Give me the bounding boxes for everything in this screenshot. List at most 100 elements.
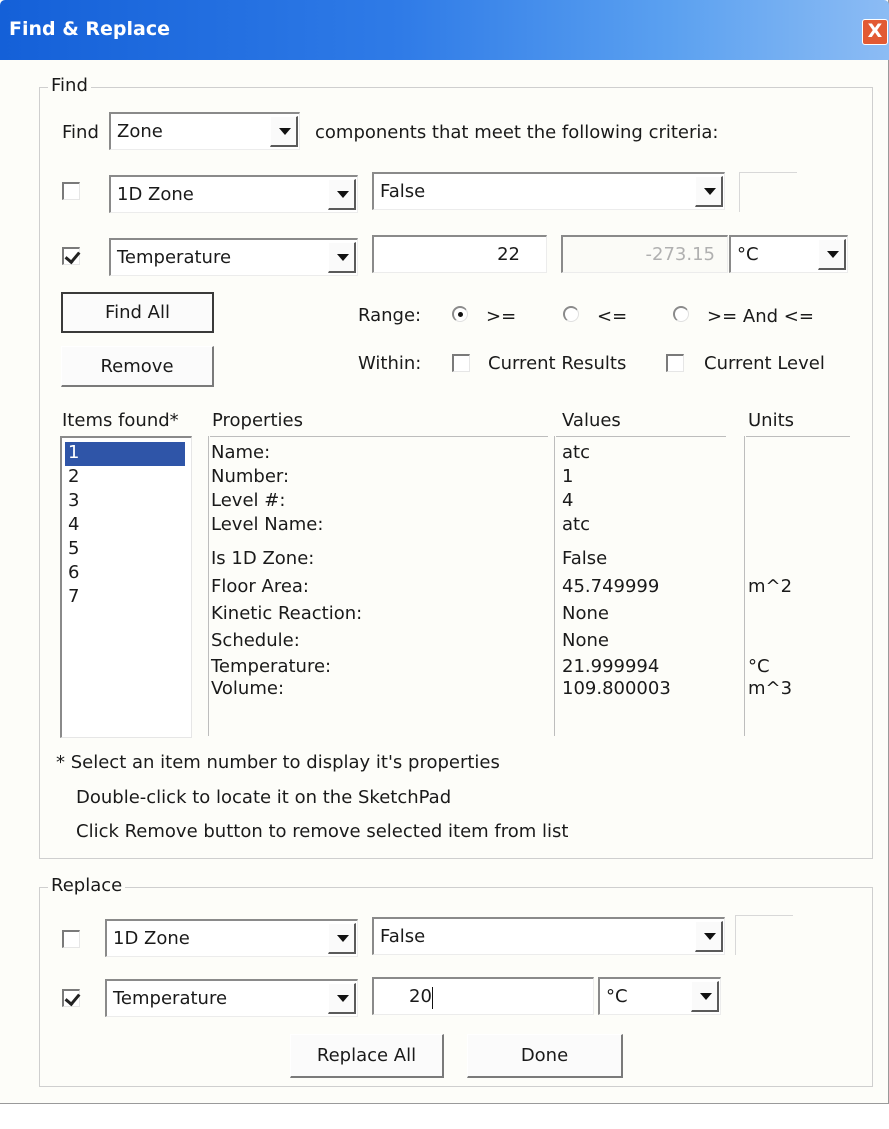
property-value: None <box>562 630 609 651</box>
replace-1-extra-box <box>735 915 793 955</box>
find-label: Find <box>62 122 99 143</box>
values-left-border <box>554 436 555 736</box>
find-group-legend: Find <box>48 75 91 96</box>
property-unit: °C <box>748 656 770 677</box>
text-caret <box>432 987 433 1009</box>
range-label: Range: <box>358 305 422 326</box>
done-label: Done <box>520 1045 569 1066</box>
remove-button[interactable]: Remove <box>61 346 214 387</box>
units-header: Units <box>748 410 795 431</box>
replace-1-value-select[interactable]: False <box>372 917 725 955</box>
property-value: 21.999994 <box>562 656 660 677</box>
replace-2-unit-select[interactable]: °C <box>598 977 721 1015</box>
criteria-1-property-select[interactable]: 1D Zone <box>109 175 358 213</box>
chevron-down-icon[interactable] <box>691 981 719 1012</box>
property-value: 45.749999 <box>562 576 660 597</box>
remove-label: Remove <box>100 356 174 377</box>
close-icon: X <box>867 20 883 42</box>
criteria-1-checkbox[interactable] <box>62 182 80 200</box>
within-label: Within: <box>358 353 422 374</box>
criteria-1-value: False <box>380 181 426 202</box>
properties-header: Properties <box>212 410 303 431</box>
find-all-label: Find All <box>105 302 170 323</box>
property-name: Is 1D Zone: <box>211 548 315 569</box>
within-current-level-checkbox[interactable] <box>666 354 684 372</box>
property-name: Schedule: <box>211 630 300 651</box>
chevron-down-icon[interactable] <box>695 921 723 952</box>
property-name: Level Name: <box>211 514 324 535</box>
property-name: Name: <box>211 442 271 463</box>
window-title: Find & Replace <box>9 18 171 40</box>
properties-header-line <box>210 436 548 437</box>
list-item[interactable]: 3 <box>65 490 185 514</box>
replace-all-button[interactable]: Replace All <box>290 1034 444 1078</box>
title-bar[interactable]: Find & Replace X <box>0 0 889 60</box>
criteria-2-checkbox[interactable] <box>62 247 80 265</box>
chevron-down-icon[interactable] <box>328 923 356 954</box>
chevron-down-icon[interactable] <box>328 179 356 210</box>
values-header: Values <box>562 410 621 431</box>
list-item[interactable]: 1 <box>65 442 185 466</box>
list-item[interactable]: 5 <box>65 538 185 562</box>
items-found-list[interactable]: 1 2 3 4 5 6 7 <box>60 436 192 738</box>
replace-2-value-input[interactable]: 20 <box>372 977 594 1015</box>
range-radio-lte[interactable] <box>563 306 579 322</box>
criteria-1-extra-box <box>739 172 797 212</box>
chevron-down-icon[interactable] <box>328 242 356 273</box>
criteria-2-unit-select[interactable]: °C <box>729 235 848 273</box>
note-remove: Click Remove button to remove selected i… <box>76 821 569 842</box>
properties-left-border <box>208 436 209 736</box>
chevron-down-icon[interactable] <box>695 176 723 207</box>
units-header-line <box>746 436 850 437</box>
chevron-down-icon[interactable] <box>328 983 356 1014</box>
criteria-2-value2-input: -273.15 <box>561 235 728 273</box>
close-button[interactable]: X <box>862 19 888 45</box>
list-item[interactable]: 2 <box>65 466 185 490</box>
replace-2-value: 20 <box>409 986 432 1007</box>
criteria-text: components that meet the following crite… <box>315 122 719 143</box>
note-select-item: * Select an item number to display it's … <box>56 752 500 773</box>
replace-1-checkbox[interactable] <box>62 930 80 948</box>
property-value: atc <box>562 442 590 463</box>
criteria-1-property-value: 1D Zone <box>117 184 194 205</box>
within-current-results-checkbox[interactable] <box>452 354 470 372</box>
items-found-header: Items found* <box>62 410 179 431</box>
list-item[interactable]: 7 <box>65 586 185 610</box>
chevron-down-icon[interactable] <box>270 116 298 147</box>
property-value: False <box>562 548 608 569</box>
criteria-1-value-select[interactable]: False <box>372 172 725 210</box>
chevron-down-icon[interactable] <box>818 239 846 270</box>
property-unit: m^2 <box>748 576 793 597</box>
values-header-line <box>556 436 726 437</box>
replace-all-label: Replace All <box>316 1045 417 1066</box>
property-unit: m^3 <box>748 678 793 699</box>
range-radio-between[interactable] <box>673 306 689 322</box>
done-button[interactable]: Done <box>467 1034 623 1078</box>
property-value: 109.800003 <box>562 678 671 699</box>
property-value: atc <box>562 514 590 535</box>
criteria-2-value-input[interactable]: 22 <box>372 235 547 273</box>
component-type-select[interactable]: Zone <box>109 112 300 150</box>
criteria-2-property-select[interactable]: Temperature <box>109 238 358 276</box>
replace-group-legend: Replace <box>48 875 126 896</box>
replace-1-property-select[interactable]: 1D Zone <box>105 919 358 957</box>
range-radio-gte[interactable] <box>452 306 468 322</box>
list-item[interactable]: 6 <box>65 562 185 586</box>
replace-2-property-value: Temperature <box>113 988 228 1009</box>
replace-1-property-value: 1D Zone <box>113 928 190 949</box>
property-name: Temperature: <box>211 656 332 677</box>
list-item[interactable]: 4 <box>65 514 185 538</box>
range-between-label: >= And <= <box>707 306 814 327</box>
criteria-2-value: 22 <box>497 244 520 265</box>
find-all-button[interactable]: Find All <box>61 292 214 333</box>
replace-2-unit: °C <box>606 986 628 1007</box>
criteria-2-property-value: Temperature <box>117 247 232 268</box>
replace-2-property-select[interactable]: Temperature <box>105 979 358 1017</box>
property-name: Kinetic Reaction: <box>211 603 363 624</box>
property-name: Level #: <box>211 490 286 511</box>
property-name: Number: <box>211 466 290 487</box>
replace-2-checkbox[interactable] <box>62 989 80 1007</box>
units-left-border <box>744 436 745 736</box>
range-gte-label: >= <box>486 306 517 327</box>
property-name: Floor Area: <box>211 576 309 597</box>
